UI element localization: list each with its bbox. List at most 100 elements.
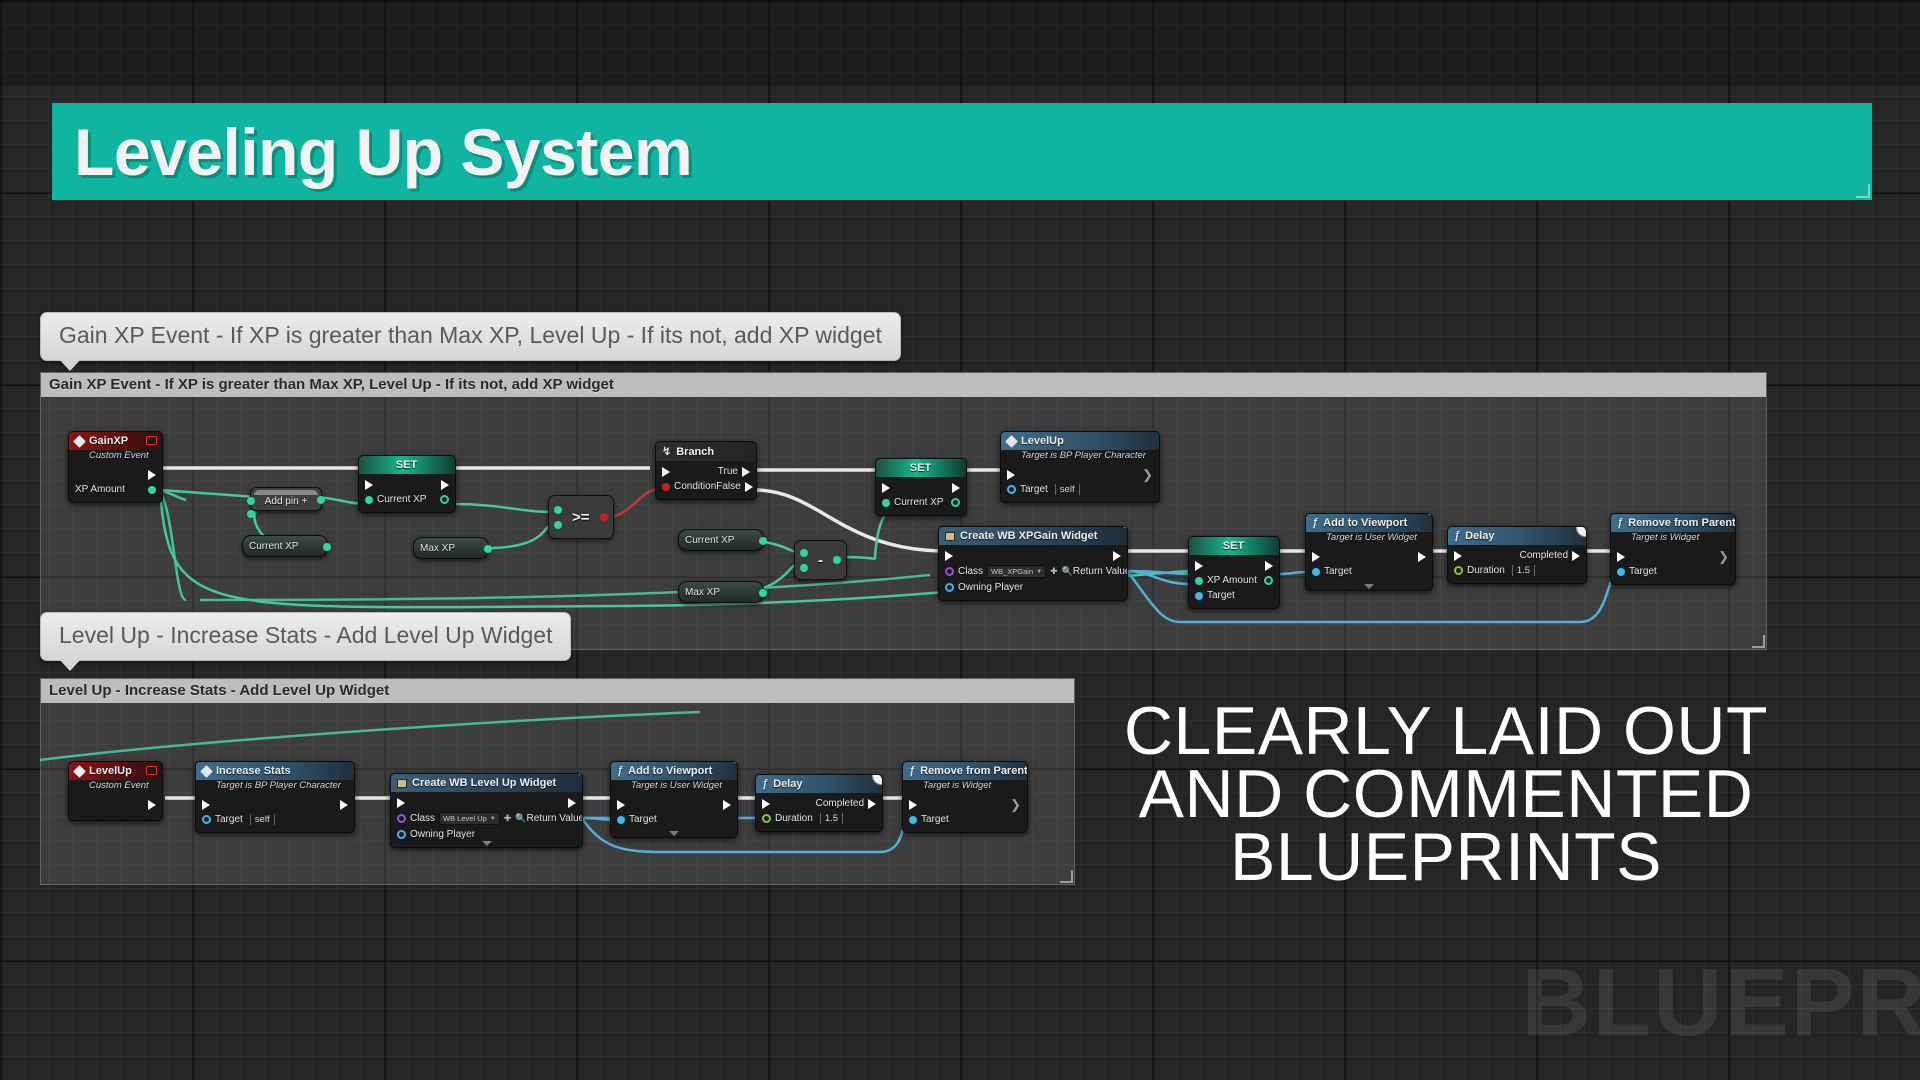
exec-pin-icon[interactable] <box>1572 550 1580 561</box>
node-get-current-xp-1[interactable]: Current XP <box>242 535 331 557</box>
node-subtract[interactable]: - <box>794 540 847 580</box>
chevron-down-icon[interactable]: ▼ <box>1036 569 1042 575</box>
object-pin-icon[interactable] <box>617 815 625 824</box>
exec-pin-icon[interactable] <box>952 482 960 493</box>
exec-pin-icon[interactable] <box>868 798 876 809</box>
exec-pin-icon[interactable] <box>397 797 405 808</box>
float-pin-icon[interactable] <box>1195 576 1203 585</box>
float-output-pin-icon[interactable] <box>440 495 449 504</box>
exec-pin-icon[interactable] <box>744 481 753 492</box>
node-remove-from-parent-1[interactable]: ƒ Remove from Parent Target is Widget ❯ … <box>1610 513 1736 585</box>
node-delay-2[interactable]: ƒ Delay t Completed Duration 1.5 <box>755 774 883 832</box>
node-add-to-viewport-2[interactable]: ƒ Add to Viewport Target is User Widget … <box>610 761 738 838</box>
exec-pin-icon[interactable] <box>568 797 576 808</box>
browse-icon[interactable]: 🔍 <box>515 813 526 824</box>
node-set-xp-amount[interactable]: SET XP Amount Target <box>1188 536 1280 609</box>
exec-pin-icon[interactable] <box>441 479 449 490</box>
bool-pin-icon[interactable] <box>599 513 608 521</box>
object-pin-icon[interactable] <box>397 830 406 839</box>
float-output-pin-icon[interactable] <box>951 498 960 507</box>
float-pin-icon[interactable] <box>833 556 841 564</box>
chevron-down-icon[interactable]: ▼ <box>490 816 496 822</box>
node-compare-greater-equal[interactable]: >= <box>548 495 614 539</box>
exec-pin-icon[interactable] <box>202 799 210 810</box>
node-call-levelup[interactable]: LevelUp Target is BP Player Character ❯ … <box>1000 431 1160 503</box>
float-pin-icon[interactable] <box>800 548 808 557</box>
node-add-float[interactable]: Add pin + <box>247 487 325 518</box>
float-pin-icon[interactable] <box>759 537 767 545</box>
float-pin-icon[interactable] <box>800 563 808 572</box>
exec-pin-icon[interactable] <box>762 798 770 809</box>
exec-pin-icon[interactable] <box>340 799 348 810</box>
exec-pin-icon[interactable] <box>1265 560 1273 571</box>
exec-pin-icon[interactable] <box>1007 469 1015 480</box>
exec-pin-icon[interactable] <box>1617 551 1625 562</box>
node-get-max-xp-2[interactable]: Max XP <box>678 581 767 603</box>
class-pin-icon[interactable] <box>945 567 954 576</box>
exec-pin-icon[interactable] <box>662 466 670 477</box>
pin-exec-out[interactable]: ❯ <box>1142 467 1153 483</box>
bool-pin-icon[interactable] <box>662 482 670 491</box>
float-output-pin-icon[interactable] <box>1264 576 1273 585</box>
float-pin-icon[interactable] <box>882 498 890 507</box>
object-pin-icon[interactable] <box>202 815 211 824</box>
node-event-levelup[interactable]: LevelUp Custom Event <box>68 761 163 821</box>
class-select[interactable]: WB Level Up ▼ <box>439 812 500 825</box>
node-branch[interactable]: ↯ Branch True Condition False <box>655 441 757 500</box>
node-create-levelup-widget[interactable]: Create WB Level Up Widget A Class WB Lev… <box>390 773 583 848</box>
float-pin-icon[interactable] <box>554 520 562 529</box>
node-get-max-xp-1[interactable]: Max XP <box>413 537 492 559</box>
expand-arrow-icon[interactable] <box>1364 584 1374 589</box>
pin-exec-output[interactable] <box>148 469 156 480</box>
node-get-current-xp-2[interactable]: Current XP <box>678 529 767 551</box>
comment-header-gain-xp[interactable]: Gain XP Event - If XP is greater than Ma… <box>41 373 1766 397</box>
exec-pin-icon[interactable] <box>148 799 156 810</box>
float-pin-icon[interactable] <box>247 497 255 505</box>
exec-pin-icon[interactable] <box>909 799 917 810</box>
node-event-gainxp[interactable]: GainXP Custom Event XP Amount <box>68 431 163 503</box>
addpin-label[interactable]: Add pin + <box>251 495 321 510</box>
object-pin-icon[interactable] <box>1195 591 1203 600</box>
node-add-to-viewport-1[interactable]: ƒ Add to Viewport Target is User Widget … <box>1305 513 1433 591</box>
expand-arrow-icon[interactable] <box>481 841 492 846</box>
float-pin-icon[interactable] <box>247 510 255 518</box>
exec-pin-icon[interactable] <box>742 466 750 477</box>
float-pin-icon[interactable] <box>148 485 156 494</box>
node-delay-1[interactable]: ƒ Delay t Completed Duration 1.5 <box>1447 526 1587 584</box>
event-delegate-badge-icon[interactable] <box>146 436 157 445</box>
duration-input[interactable]: 1.5 <box>1511 565 1536 576</box>
float-pin-icon[interactable] <box>365 495 373 504</box>
comment-header-level-up[interactable]: Level Up - Increase Stats - Add Level Up… <box>41 679 1074 703</box>
exec-pin-icon[interactable] <box>365 479 373 490</box>
node-increase-stats[interactable]: Increase Stats Target is BP Player Chara… <box>195 761 355 833</box>
event-delegate-badge-icon[interactable] <box>146 766 157 775</box>
node-set-current-xp-1[interactable]: SET Current XP <box>358 455 456 513</box>
exec-pin-icon[interactable] <box>1113 550 1121 561</box>
float-pin-icon[interactable] <box>317 496 325 504</box>
use-selected-icon[interactable]: ✚ <box>504 813 512 824</box>
exec-pin-icon[interactable] <box>148 469 156 480</box>
object-pin-icon[interactable] <box>945 583 954 592</box>
pin-exec-out[interactable]: ❯ <box>1718 549 1729 565</box>
float-input-pin-icon[interactable] <box>1454 566 1463 575</box>
node-set-current-xp-2[interactable]: SET Current XP <box>875 458 967 516</box>
exec-pin-icon[interactable] <box>945 550 953 561</box>
exec-pin-icon[interactable] <box>882 482 890 493</box>
object-pin-icon[interactable] <box>1007 485 1016 494</box>
class-select[interactable]: WB_XPGain ▼ <box>987 565 1047 578</box>
addpin-plus-icon[interactable]: + <box>301 496 307 507</box>
resize-grip-icon[interactable] <box>1752 635 1765 648</box>
exec-pin-icon[interactable] <box>1454 550 1462 561</box>
object-pin-icon[interactable] <box>1312 567 1320 576</box>
node-create-xpgain-widget[interactable]: Create WB XPGain Widget A Class WB_XPGai… <box>938 526 1128 601</box>
object-pin-icon[interactable] <box>909 815 917 824</box>
duration-input[interactable]: 1.5 <box>819 813 844 824</box>
node-remove-from-parent-2[interactable]: ƒ Remove from Parent Target is Widget ❯ … <box>902 761 1028 833</box>
exec-pin-icon[interactable] <box>1418 551 1426 562</box>
exec-pin-icon[interactable] <box>1195 560 1203 571</box>
float-pin-icon[interactable] <box>554 505 562 514</box>
expand-arrow-icon[interactable] <box>669 831 679 836</box>
use-selected-icon[interactable]: ✚ <box>1050 566 1058 577</box>
exec-pin-icon[interactable] <box>723 799 731 810</box>
float-pin-icon[interactable] <box>759 589 767 597</box>
